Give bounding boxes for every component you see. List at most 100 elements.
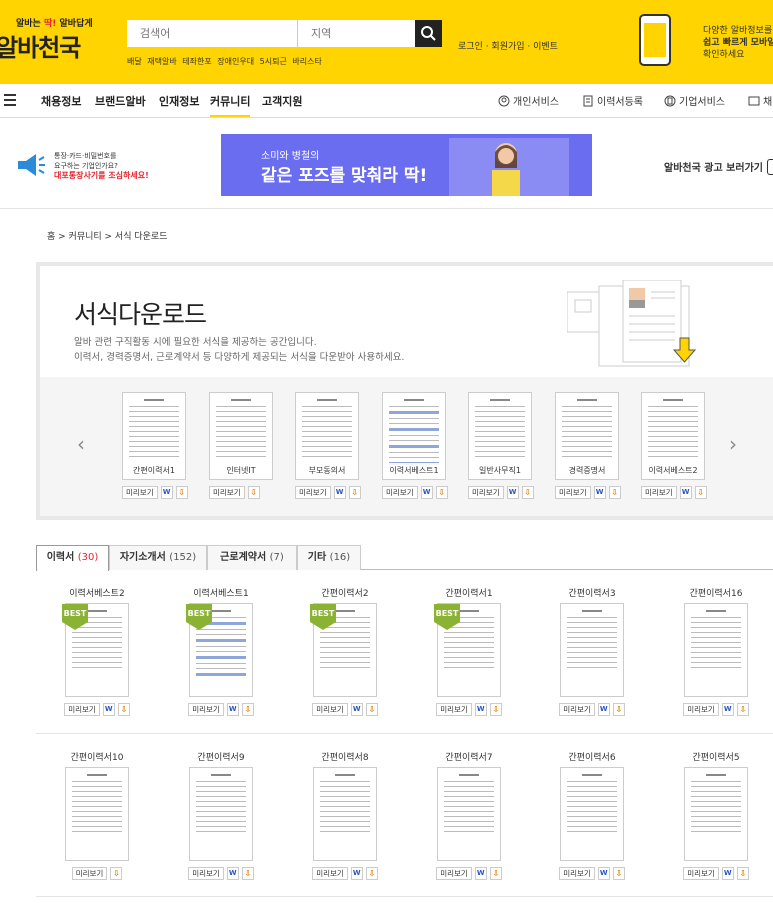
preview-button[interactable]: 미리보기	[122, 486, 158, 499]
form-title[interactable]: 간편이력서5	[666, 750, 766, 764]
form-thumbnail[interactable]: BEST	[186, 603, 253, 697]
form-thumbnail[interactable]	[189, 767, 253, 861]
preview-button[interactable]: 미리보기	[64, 703, 100, 716]
form-thumbnail[interactable]: BEST	[434, 603, 501, 697]
pdf-download-icon[interactable]	[110, 867, 123, 880]
form-thumbnail[interactable]: 이력서베스트1	[382, 392, 446, 480]
resume-register-link[interactable]: 이력서등록	[582, 93, 643, 108]
pdf-download-icon[interactable]	[489, 703, 502, 716]
preview-button[interactable]: 미리보기	[555, 486, 591, 499]
hwp-download-icon[interactable]	[721, 703, 734, 716]
form-thumbnail[interactable]	[684, 767, 748, 861]
nav-item-community[interactable]: 커뮤니티	[210, 93, 251, 117]
pdf-download-icon[interactable]	[241, 867, 254, 880]
breadcrumb[interactable]: 홈 > 커뮤니티 > 서식 다운로드	[47, 229, 167, 242]
hwp-download-icon[interactable]	[721, 867, 734, 880]
nav-item-jobs[interactable]: 채용정보	[41, 93, 81, 109]
region-input[interactable]	[298, 20, 415, 47]
pdf-download-icon[interactable]	[694, 486, 707, 499]
pdf-download-icon[interactable]	[241, 703, 254, 716]
hwp-download-icon[interactable]	[597, 867, 610, 880]
pdf-download-icon[interactable]	[435, 486, 448, 499]
nav-item-support[interactable]: 고객지원	[262, 93, 302, 109]
nav-item-talent[interactable]: 인재정보	[159, 93, 199, 109]
tab-contract[interactable]: 근로계약서 (7)	[207, 545, 297, 570]
carousel-next-button[interactable]: ›	[729, 432, 737, 456]
form-thumbnail[interactable]	[437, 767, 501, 861]
hwp-download-icon[interactable]	[350, 703, 363, 716]
hwp-download-icon[interactable]	[474, 703, 487, 716]
preview-button[interactable]: 미리보기	[188, 703, 224, 716]
form-thumbnail[interactable]: 일반사무직1	[468, 392, 532, 480]
quick-link[interactable]: 5시퇴근	[260, 57, 287, 66]
hwp-download-icon[interactable]	[593, 486, 606, 499]
quick-link[interactable]: 배달	[127, 57, 142, 66]
form-thumbnail[interactable]: BEST	[310, 603, 377, 697]
form-title[interactable]: 간편이력서16	[666, 586, 766, 600]
pdf-download-icon[interactable]	[489, 867, 502, 880]
pdf-download-icon[interactable]	[608, 486, 621, 499]
quick-link[interactable]: 바리스타	[292, 57, 321, 66]
pdf-download-icon[interactable]	[348, 486, 361, 499]
form-title[interactable]: 간편이력서10	[47, 750, 147, 764]
form-thumbnail[interactable]	[560, 767, 624, 861]
hwp-download-icon[interactable]	[226, 703, 239, 716]
preview-button[interactable]: 미리보기	[559, 867, 595, 880]
promo-banner[interactable]: 소미와 병철의 같은 포즈를 맞춰라 딱!	[221, 134, 592, 196]
business-service-link[interactable]: 기업서비스	[664, 93, 725, 108]
preview-button[interactable]: 미리보기	[188, 867, 224, 880]
preview-button[interactable]: 미리보기	[641, 486, 677, 499]
form-thumbnail[interactable]	[684, 603, 748, 697]
nav-item-brand[interactable]: 브랜드알바	[95, 93, 146, 109]
preview-button[interactable]: 미리보기	[209, 486, 245, 499]
preview-button[interactable]: 미리보기	[382, 486, 418, 499]
preview-button[interactable]: 미리보기	[436, 703, 472, 716]
form-title[interactable]: 이력서베스트2	[47, 586, 147, 600]
form-title[interactable]: 간편이력서2	[295, 586, 395, 600]
form-title[interactable]: 간편이력서1	[419, 586, 519, 600]
preview-button[interactable]: 미리보기	[71, 867, 108, 880]
form-thumbnail[interactable]: BEST	[62, 603, 129, 697]
quick-link[interactable]: 재택알바	[147, 57, 176, 66]
search-input[interactable]	[127, 20, 297, 47]
pdf-download-icon[interactable]	[365, 867, 378, 880]
form-title[interactable]: 간편이력서6	[542, 750, 642, 764]
form-thumbnail[interactable]	[65, 767, 129, 861]
fraud-warning[interactable]: 통장·카드·비밀번호를 요구하는 기업인가요? 대포통장사기를 조심하세요!	[54, 151, 149, 181]
quick-link[interactable]: 장애인우대	[217, 57, 254, 66]
chat-link[interactable]: 채	[748, 93, 772, 108]
form-thumbnail[interactable]: 부모동의서	[295, 392, 359, 480]
preview-button[interactable]: 미리보기	[436, 867, 472, 880]
hwp-download-icon[interactable]	[350, 867, 363, 880]
preview-button[interactable]: 미리보기	[312, 867, 348, 880]
account-links[interactable]: 로그인 · 회원가입 · 이벤트	[458, 39, 558, 52]
preview-button[interactable]: 미리보기	[559, 703, 595, 716]
form-thumbnail[interactable]: 경력증명서	[555, 392, 619, 480]
pdf-download-icon[interactable]	[175, 486, 188, 499]
pdf-download-icon[interactable]	[736, 867, 749, 880]
personal-service-link[interactable]: 개인서비스	[498, 93, 559, 108]
form-title[interactable]: 간편이력서3	[542, 586, 642, 600]
ad-view-link[interactable]: 알바천국 광고 보러가기	[664, 159, 773, 175]
form-title[interactable]: 간편이력서9	[171, 750, 271, 764]
form-title[interactable]: 간편이력서7	[419, 750, 519, 764]
hwp-download-icon[interactable]	[474, 867, 487, 880]
hwp-download-icon[interactable]	[420, 486, 433, 499]
pdf-download-icon[interactable]	[736, 703, 749, 716]
hwp-download-icon[interactable]	[102, 703, 115, 716]
tab-cover-letter[interactable]: 자기소개서 (152)	[109, 545, 207, 570]
pdf-download-icon[interactable]	[117, 703, 130, 716]
carousel-prev-button[interactable]: ‹	[77, 432, 85, 456]
preview-button[interactable]: 미리보기	[295, 486, 331, 499]
form-title[interactable]: 간편이력서8	[295, 750, 395, 764]
pdf-download-icon[interactable]	[247, 486, 260, 499]
form-thumbnail[interactable]: 간편이력서1	[122, 392, 186, 480]
form-thumbnail[interactable]: 인터넷IT	[209, 392, 273, 480]
preview-button[interactable]: 미리보기	[683, 867, 719, 880]
hwp-download-icon[interactable]	[679, 486, 692, 499]
preview-button[interactable]: 미리보기	[312, 703, 348, 716]
tab-other[interactable]: 기타 (16)	[297, 545, 361, 570]
hamburger-icon[interactable]	[4, 94, 16, 106]
hwp-download-icon[interactable]	[506, 486, 519, 499]
form-thumbnail[interactable]	[560, 603, 624, 697]
